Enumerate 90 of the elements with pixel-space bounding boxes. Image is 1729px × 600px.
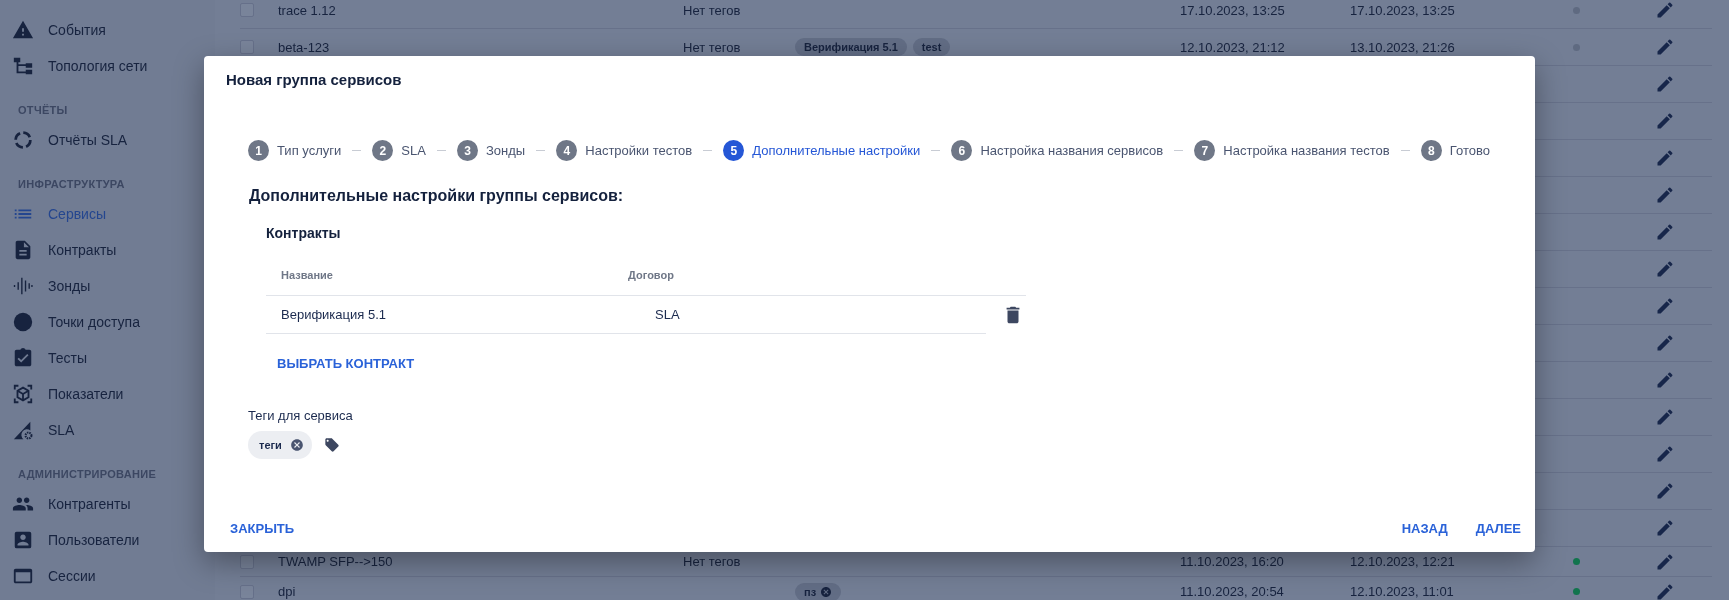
- circle-icon: [12, 311, 34, 333]
- section-heading: Дополнительные настройки группы сервисов:: [249, 186, 625, 206]
- created-date: 17.10.2023, 13:25: [1180, 2, 1285, 18]
- checkbox[interactable]: [240, 554, 254, 569]
- tags-text: Нет тегов: [683, 2, 741, 18]
- wizard-step[interactable]: 6 Настройка названия сервисов: [951, 140, 1164, 161]
- contracts-title: Контракты: [266, 224, 342, 243]
- service-name: trace 1.12: [277, 2, 336, 18]
- step-number: 4: [556, 140, 578, 161]
- edit-icon[interactable]: [1655, 296, 1675, 316]
- edit-icon[interactable]: [1655, 74, 1675, 94]
- edit-icon[interactable]: [1655, 0, 1675, 20]
- select-contract-button[interactable]: ВЫБРАТЬ КОНТРАКТ: [266, 348, 426, 379]
- sidebar-item[interactable]: Пользователи: [0, 522, 215, 558]
- step-number: 1: [248, 140, 269, 161]
- wizard-step[interactable]: 3 Зонды: [457, 140, 526, 161]
- tag-chip: test: [912, 38, 951, 56]
- tags-text: Нет тегов: [683, 39, 741, 55]
- checkbox[interactable]: [240, 40, 254, 54]
- sidebar-item[interactable]: Зонды: [0, 268, 215, 304]
- column-header: Название: [280, 269, 334, 281]
- sidebar-item[interactable]: Топология сети: [0, 48, 215, 84]
- edit-icon[interactable]: [1655, 551, 1675, 572]
- sidebar-item[interactable]: Тесты: [0, 340, 215, 376]
- cube-icon: [12, 383, 34, 405]
- tags-label: Теги для сервиса: [248, 407, 354, 425]
- edit-icon[interactable]: [1655, 444, 1675, 464]
- tags-text: Нет тегов: [683, 554, 741, 569]
- sidebar-item[interactable]: Показатели: [0, 376, 215, 412]
- edit-icon[interactable]: [1655, 222, 1675, 242]
- created-date: 12.10.2023, 21:12: [1180, 39, 1285, 55]
- sidebar-item[interactable]: События: [0, 12, 215, 48]
- step-number: 5: [723, 140, 745, 161]
- next-button[interactable]: ДАЛЕЕ: [1471, 513, 1525, 544]
- created-date: 11.10.2023, 20:54: [1180, 584, 1284, 599]
- edit-icon[interactable]: [1655, 148, 1675, 168]
- step-number: 6: [951, 140, 973, 161]
- sidebar-item[interactable]: Отчёты SLA: [0, 122, 215, 158]
- edit-icon[interactable]: [1655, 370, 1675, 390]
- edit-icon[interactable]: [1655, 185, 1675, 205]
- back-button[interactable]: НАЗАД: [1397, 513, 1452, 544]
- table-cell-text: Верификация 5.1: [280, 307, 387, 322]
- created-date: 11.10.2023, 16:20: [1180, 554, 1284, 569]
- wizard-step[interactable]: 5 Дополнительные настройки: [723, 140, 921, 161]
- service-name: TWAMP SFP-->150: [277, 554, 393, 569]
- remove-icon[interactable]: [820, 585, 833, 598]
- service-name: dpi: [277, 584, 296, 599]
- wizard-step[interactable]: 7 Настройка названия тестов: [1194, 140, 1390, 161]
- sidebar-item[interactable]: Сессии: [0, 558, 215, 594]
- edit-icon[interactable]: [1655, 581, 1675, 600]
- step-number: 8: [1420, 140, 1442, 161]
- edit-icon[interactable]: [1655, 111, 1675, 131]
- wizard-step[interactable]: 2 SLA: [372, 140, 426, 161]
- updated-date: 13.10.2023, 21:26: [1350, 39, 1455, 55]
- dialog-title: Новая группа сервисов: [226, 70, 403, 90]
- edit-icon[interactable]: [1655, 518, 1675, 538]
- warning-icon: [12, 19, 34, 41]
- user-card-icon: [12, 529, 34, 551]
- sidebar-item[interactable]: Сервисы: [0, 196, 215, 232]
- sidebar-item[interactable]: Контрагенты: [0, 486, 215, 522]
- sidebar-item[interactable]: Контракты: [0, 232, 215, 268]
- remove-icon[interactable]: [289, 438, 304, 452]
- tag-chip: пз: [795, 582, 842, 600]
- sidebar-item[interactable]: Точки доступа: [0, 304, 215, 340]
- wizard-step[interactable]: 4 Настройки тестов: [556, 140, 693, 161]
- step-number: 2: [372, 140, 394, 161]
- column-header: Договор: [627, 269, 675, 281]
- edit-icon[interactable]: [1655, 407, 1675, 427]
- step-number: 3: [457, 140, 478, 161]
- service-name: beta-123: [277, 39, 330, 55]
- edit-icon[interactable]: [1655, 481, 1675, 501]
- sidebar-item[interactable]: SLA: [0, 412, 215, 448]
- updated-date: 12.10.2023, 12:21: [1350, 554, 1455, 569]
- wizard-step[interactable]: 8 Готово: [1420, 140, 1490, 161]
- ring-icon: [12, 129, 34, 151]
- close-button[interactable]: ЗАКРЫТЬ: [226, 513, 299, 544]
- clipboard-check-icon: [12, 347, 34, 369]
- table-cell-text: SLA: [654, 307, 681, 322]
- tag-chip: Верификация 5.1: [795, 38, 907, 56]
- edit-icon[interactable]: [1655, 333, 1675, 353]
- edit-icon[interactable]: [1655, 37, 1675, 57]
- edit-icon[interactable]: [1655, 259, 1675, 279]
- topology-icon: [12, 55, 34, 77]
- tag-chip: теги: [248, 431, 312, 459]
- tag-icon[interactable]: [323, 437, 340, 453]
- step-number: 7: [1194, 140, 1216, 161]
- updated-date: 12.10.2023, 11:01: [1350, 584, 1454, 599]
- updated-date: 17.10.2023, 13:25: [1350, 2, 1455, 18]
- signal-bars-icon: [12, 275, 34, 297]
- wizard-step[interactable]: 1 Тип услуги: [248, 140, 342, 161]
